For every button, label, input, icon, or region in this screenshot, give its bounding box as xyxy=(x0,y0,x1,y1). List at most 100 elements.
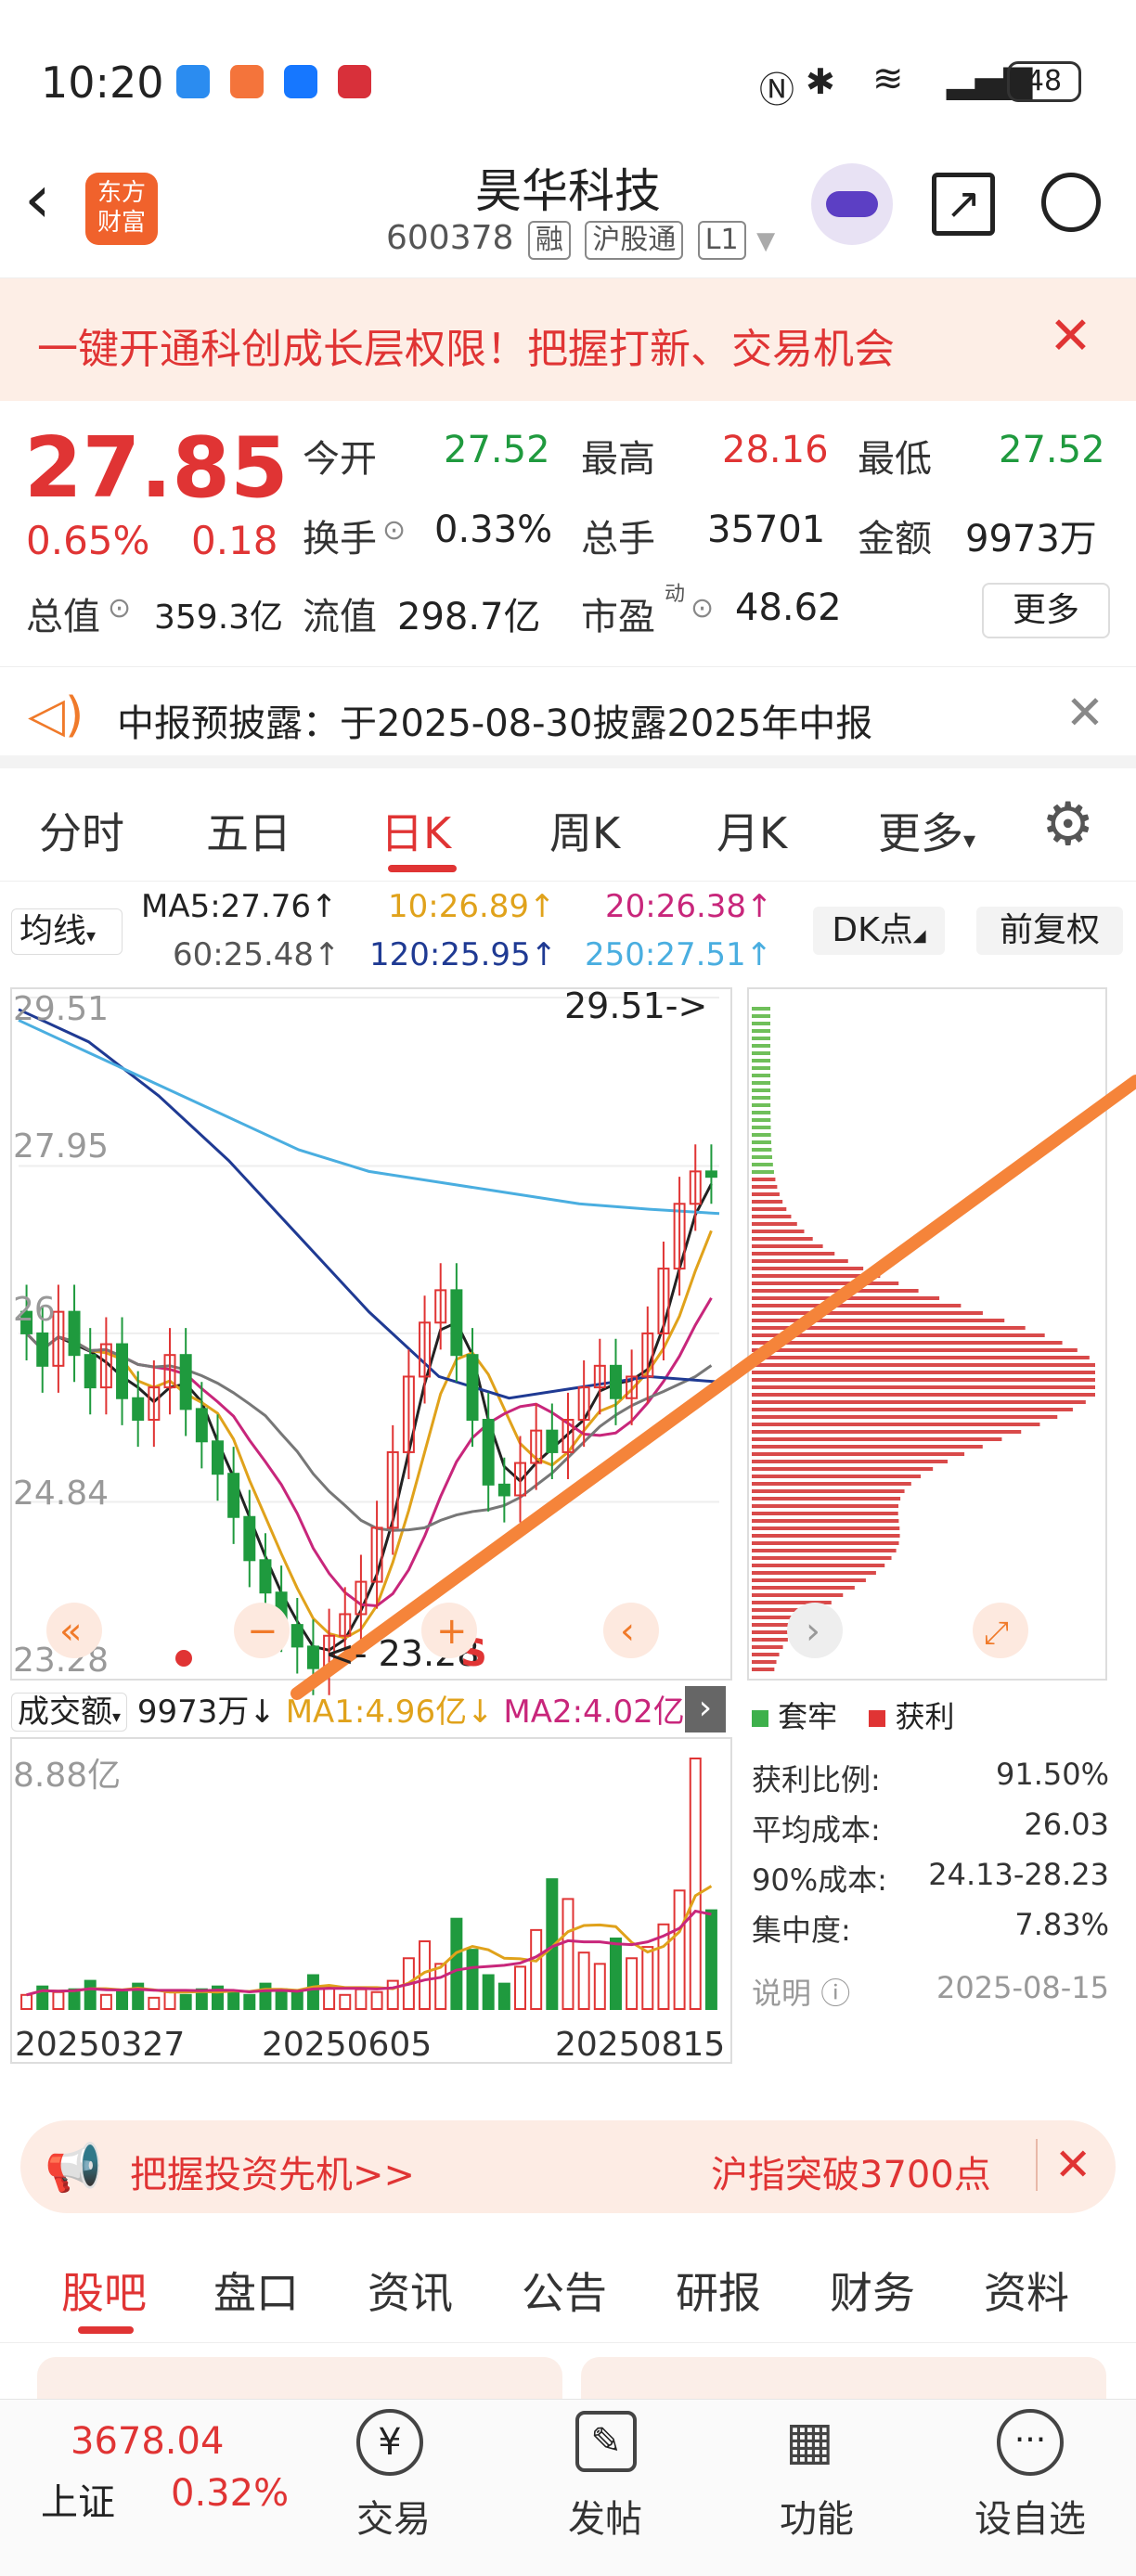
index-name[interactable]: 上证 xyxy=(41,2472,115,2526)
chip-bar xyxy=(752,1200,783,1204)
volume-bar xyxy=(641,1946,654,2011)
level-tag: L1 xyxy=(697,221,746,260)
tab-finance[interactable]: 财务 xyxy=(830,2260,915,2321)
close-icon[interactable]: ✕ xyxy=(1065,686,1104,740)
stat-value: 26.03 xyxy=(1024,1807,1109,1842)
chip-bar xyxy=(752,1653,780,1656)
report-notice[interactable]: ◁) 中报预披露：于2025-08-30披露2025年中报 ✕ xyxy=(0,666,1136,768)
candle-body xyxy=(36,1332,49,1367)
gear-icon[interactable]: ⚙ xyxy=(1041,791,1094,859)
promo-strip[interactable]: 📢 把握投资先机>> 沪指突破3700点 ✕ xyxy=(20,2120,1116,2213)
candle-body xyxy=(306,1645,319,1669)
volume-bar xyxy=(179,1993,192,2010)
nav-trade[interactable]: 交易 xyxy=(329,2489,458,2543)
tab-daily-k[interactable]: 日K xyxy=(381,800,451,861)
info-icon[interactable]: ⊙ xyxy=(691,592,714,625)
wifi-icon: ≋ xyxy=(872,58,904,100)
float-value: 298.7亿 xyxy=(397,596,541,638)
adjust-button[interactable]: 前复权 xyxy=(976,907,1123,955)
chip-bar xyxy=(752,1185,778,1189)
volume-bar xyxy=(689,1758,702,2010)
dk-point-button[interactable]: DK点◢ xyxy=(813,907,945,955)
chip-bar xyxy=(752,1512,898,1515)
expand-icon: ⤢ xyxy=(984,1615,1009,1652)
share-icon[interactable]: ↗ xyxy=(932,173,995,236)
chip-note-row[interactable]: 说明 ⓘ 2025-08-15 xyxy=(752,1970,1109,2013)
tab-weekly-k[interactable]: 周K xyxy=(549,800,620,861)
compose-icon[interactable]: ✎ xyxy=(575,2411,637,2472)
volume-bar xyxy=(593,1963,606,2010)
chip-bar xyxy=(752,1408,1073,1411)
chip-bar xyxy=(752,1059,771,1063)
volume-bar xyxy=(259,1982,272,2010)
chip-bar xyxy=(752,1267,864,1270)
search-icon[interactable] xyxy=(1041,173,1101,232)
nav-functions[interactable]: 功能 xyxy=(752,2489,882,2543)
chip-bar xyxy=(752,1252,835,1256)
change-amount: 0.18 xyxy=(191,518,278,563)
chip-stat-row: 90%成本: 24.13-28.23 xyxy=(752,1857,1109,1900)
trade-icon[interactable]: ¥ xyxy=(356,2409,423,2476)
chip-bar xyxy=(752,1534,900,1538)
volume-bar xyxy=(497,1982,510,2010)
ma5-line xyxy=(25,1183,713,1652)
tab-intraday[interactable]: 分时 xyxy=(39,800,124,861)
chip-bar xyxy=(752,1103,771,1107)
tab-monthly-k[interactable]: 月K xyxy=(716,800,787,861)
tab-announcements[interactable]: 公告 xyxy=(522,2260,607,2321)
app-notification-icon xyxy=(230,65,264,98)
chevron-right-icon[interactable]: › xyxy=(685,1686,726,1732)
volume-bar xyxy=(386,1979,399,2011)
chip-bar xyxy=(752,1497,901,1501)
pe-dynamic-sup: 动 xyxy=(665,583,686,606)
ai-assistant-icon[interactable] xyxy=(811,163,893,245)
chip-bar xyxy=(752,1526,900,1530)
stat-value: 7.83% xyxy=(1014,1907,1109,1942)
tab-more-label: 更多 xyxy=(878,808,963,858)
dropdown-caret-icon[interactable]: ▼ xyxy=(756,227,775,255)
nav-customize[interactable]: 设自选 xyxy=(965,2489,1095,2543)
tab-profile[interactable]: 资料 xyxy=(984,2260,1069,2321)
candle-body xyxy=(466,1354,479,1422)
period-tabs: 分时 五日 日K 周K 月K 更多▾ ⚙ xyxy=(0,772,1136,882)
chip-bar xyxy=(752,1022,771,1025)
banner-text: 一键开通科创成长层权限！把握打新、交易机会 xyxy=(37,326,895,373)
total-value: 359.3亿 xyxy=(154,599,284,637)
volume-bar xyxy=(68,1988,81,2010)
tab-forum[interactable]: 股吧 xyxy=(61,2260,147,2321)
ma-selector[interactable]: 均线▾ xyxy=(11,908,123,955)
tab-market[interactable]: 盘口 xyxy=(213,2260,299,2321)
candle-body xyxy=(482,1419,495,1486)
info-icon[interactable]: ⊙ xyxy=(108,592,131,625)
content-card[interactable] xyxy=(581,2357,1106,2399)
tab-research[interactable]: 研报 xyxy=(676,2260,761,2321)
ma250-line xyxy=(18,1019,720,1216)
index-value[interactable]: 3678.04 xyxy=(71,2420,224,2463)
content-card[interactable] xyxy=(37,2357,562,2399)
tab-more[interactable]: 更多▾ xyxy=(878,800,975,861)
more-button[interactable]: 更多 xyxy=(982,583,1110,638)
more-dots-icon[interactable]: ··· xyxy=(997,2409,1064,2476)
chip-bar xyxy=(752,1170,774,1174)
volume-bar xyxy=(306,1974,319,2011)
ma60-line xyxy=(25,1332,713,1532)
tab-five-day[interactable]: 五日 xyxy=(206,800,291,861)
volume-selector[interactable]: 成交额▾ xyxy=(11,1693,128,1732)
volume-bar xyxy=(227,1990,240,2010)
nav-post[interactable]: 发帖 xyxy=(540,2489,670,2543)
info-tabs: 股吧 盘口 资讯 公告 研报 财务 资料 xyxy=(0,2232,1136,2343)
y-tick-label: 27.95 xyxy=(13,1127,109,1166)
chip-bar xyxy=(752,1304,962,1307)
promo-banner[interactable]: 一键开通科创成长层权限！把握打新、交易机会 ✕ xyxy=(0,278,1136,401)
tab-news[interactable]: 资讯 xyxy=(368,2260,453,2321)
info-icon[interactable]: ⊙ xyxy=(382,514,406,547)
promo-right-text: 沪指突破3700点 xyxy=(711,2154,991,2196)
chip-bar xyxy=(752,1148,772,1152)
candle-body xyxy=(116,1343,129,1399)
close-icon[interactable]: ✕ xyxy=(1036,2139,1091,2191)
chip-bar xyxy=(752,1051,771,1055)
index-change[interactable]: 0.32% xyxy=(171,2472,289,2515)
close-icon[interactable]: ✕ xyxy=(1049,306,1092,367)
grid-icon[interactable]: ▦ xyxy=(785,2411,834,2472)
chip-bar xyxy=(752,1452,965,1456)
